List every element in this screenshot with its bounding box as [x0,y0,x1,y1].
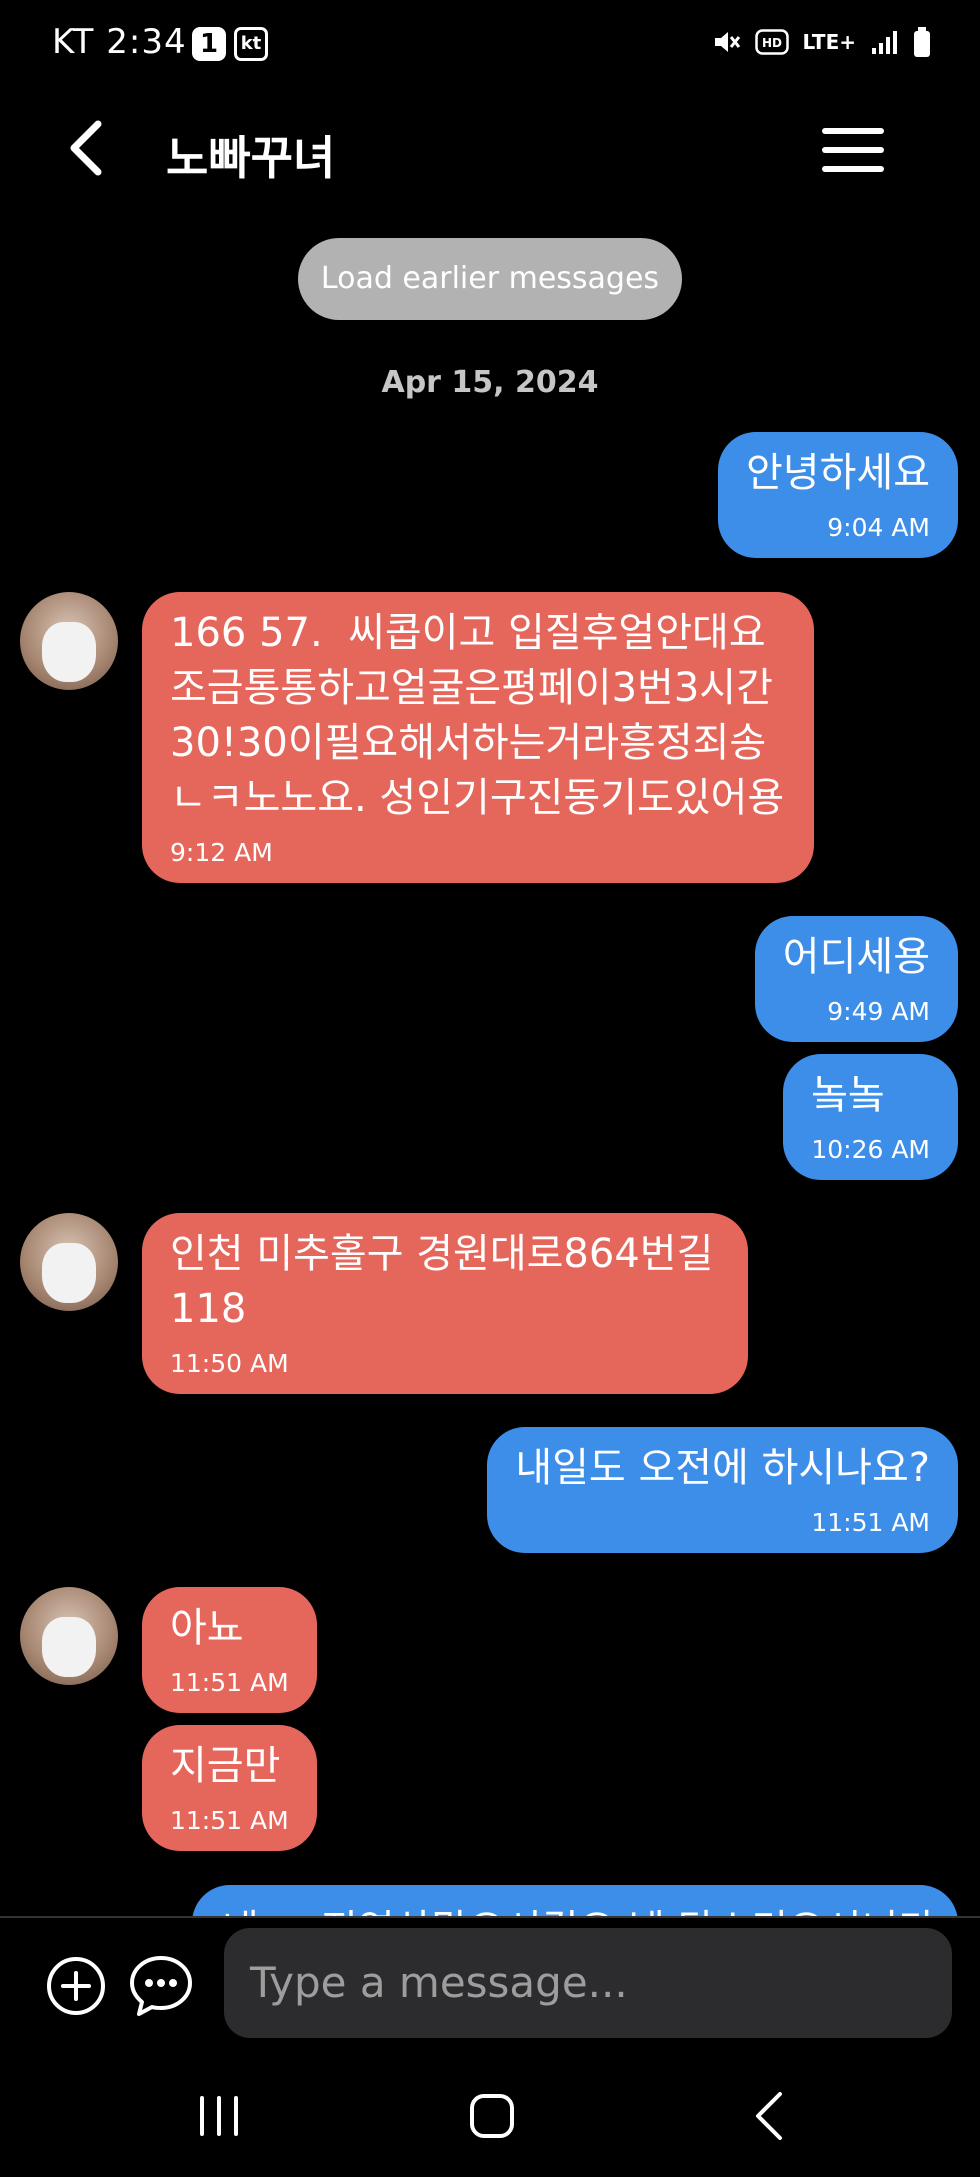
message-time: 9:04 AM [827,513,930,542]
message-bubble[interactable]: 아뇨 11:51 AM [142,1587,317,1713]
back-arrow-icon[interactable] [60,118,120,178]
message-bubble[interactable]: 놐놐 10:26 AM [783,1054,958,1180]
message-bubble[interactable]: 내일도 오전에 하시나요? 11:51 AM [487,1427,958,1553]
recent-apps-icon[interactable] [196,2094,242,2138]
date-separator: Apr 15, 2024 [381,365,599,400]
message-text: 인천 미추홀구 경원대로864번길 118 [170,1231,714,1332]
status-bar: KT 2:34 1 kt HD LTE+ [0,0,980,90]
carrier-time: KT 2:34 [52,22,187,62]
load-earlier-button[interactable]: Load earlier messages [298,238,682,320]
status-icons: HD LTE+ [711,26,933,58]
message-bubble[interactable]: 인천 미추홀구 경원대로864번길 118 11:50 AM [142,1213,748,1394]
message-text: 놐놐 [811,1072,885,1118]
chat-header: 노빠꾸녀 [0,100,980,200]
message-bubble[interactable]: 어디세용 9:49 AM [754,916,958,1042]
mute-icon [714,32,740,52]
system-nav-bar [0,2060,980,2177]
message-bubble[interactable]: 166 57. 씨콥이고 입질후얼안대요 조금통통하고얼굴은평페이3번3시간 3… [142,592,814,883]
message-text: 내일도 오전에 하시나요? [515,1445,930,1491]
svg-text:HD: HD [761,36,781,50]
conversation-title: 노빠꾸녀 [166,131,336,185]
message-time: 11:50 AM [170,1349,289,1378]
hd-icon: HD [754,29,789,55]
contact-avatar[interactable] [20,1213,118,1311]
message-time: 10:26 AM [811,1135,930,1164]
message-input[interactable]: Type a message... [224,1928,952,2038]
contact-avatar[interactable] [20,1587,118,1685]
message-bubble[interactable]: 안녕하세요 9:04 AM [718,432,958,558]
message-time: 11:51 AM [811,1508,930,1537]
message-time: 11:51 AM [170,1806,289,1835]
home-icon[interactable] [470,2094,514,2138]
kt-badge: kt [234,27,268,61]
message-text: 안녕하세요 [746,450,930,496]
menu-icon[interactable] [822,128,884,172]
network-type: LTE+ [802,30,857,54]
message-time: 9:49 AM [827,997,930,1026]
signal-icon [872,31,897,54]
message-text: 지금만 [170,1743,281,1789]
message-text: 166 57. 씨콥이고 입질후얼안대요 조금통통하고얼굴은평페이3번3시간 3… [170,610,785,821]
message-text: 아뇨 [170,1605,244,1651]
battery-icon [914,27,930,57]
message-bubble[interactable]: 지금만 11:51 AM [142,1725,317,1851]
message-text: 어디세용 [782,934,930,980]
add-attachment-icon[interactable] [46,1956,106,2016]
message-time: 9:12 AM [170,838,273,867]
quick-reply-icon[interactable] [128,1954,194,2018]
message-composer: Type a message... [0,1918,980,2058]
nav-back-icon[interactable] [750,2088,790,2144]
message-time: 11:51 AM [170,1668,289,1697]
sim-badge: 1 [192,27,226,61]
contact-avatar[interactable] [20,592,118,690]
